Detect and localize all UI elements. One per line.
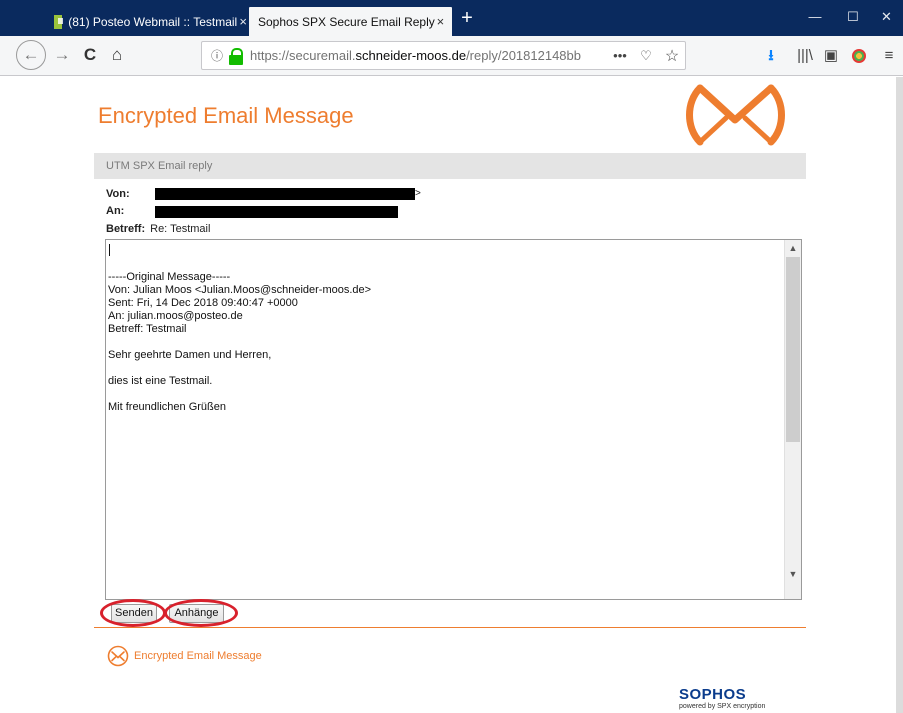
- tab-posteo[interactable]: (81) Posteo Webmail :: Testmail ×: [44, 7, 249, 36]
- to-row: An:: [106, 205, 154, 217]
- footer-divider: [94, 627, 806, 628]
- url-prefix: https://securemail.: [250, 48, 356, 63]
- lock-icon[interactable]: [228, 47, 244, 65]
- scroll-up-icon[interactable]: ▲: [785, 240, 801, 257]
- reply-body-textarea[interactable]: -----Original Message----- Von: Julian M…: [105, 239, 802, 600]
- download-icon[interactable]: ⭳: [760, 45, 782, 67]
- textarea-scrollbar[interactable]: ▲ ▼: [784, 240, 801, 599]
- tab-close-icon[interactable]: ×: [435, 14, 446, 29]
- tab-label: (81) Posteo Webmail :: Testmail: [68, 14, 238, 29]
- subject-row: Betreff: Re: Testmail: [106, 223, 210, 235]
- attachments-button[interactable]: Anhänge: [169, 604, 224, 623]
- navigation-toolbar: ← → C ⌂ ⓘ https://securemail.schneider-m…: [0, 36, 903, 76]
- back-button[interactable]: ←: [16, 40, 46, 70]
- url-bar[interactable]: ⓘ https://securemail.schneider-moos.de/r…: [201, 41, 686, 70]
- subject-value: Re: Testmail: [150, 223, 211, 235]
- sophos-brand: SOPHOS: [679, 686, 747, 703]
- url-domain: schneider-moos.de: [355, 48, 467, 63]
- page-scrollbar-thumb[interactable]: [896, 77, 903, 713]
- library-icon[interactable]: |||\: [794, 45, 816, 67]
- bookmark-star-icon[interactable]: ☆: [659, 46, 685, 66]
- url-text[interactable]: https://securemail.schneider-moos.de/rep…: [250, 48, 607, 63]
- site-info-icon[interactable]: ⓘ: [206, 47, 228, 64]
- close-window-button[interactable]: ✕: [870, 0, 903, 36]
- from-row: Von:: [106, 188, 154, 200]
- pocket-icon[interactable]: ♡: [633, 48, 659, 64]
- tab-sophos[interactable]: Sophos SPX Secure Email Reply ×: [249, 7, 452, 36]
- to-label: An:: [106, 205, 125, 217]
- from-address-suffix: >: [415, 188, 421, 199]
- page-title: Encrypted Email Message: [98, 103, 354, 128]
- sophos-envelope-logo-icon: [686, 84, 785, 146]
- forward-button[interactable]: →: [49, 42, 75, 68]
- page-scrollbar[interactable]: [896, 77, 903, 713]
- section-header: UTM SPX Email reply: [94, 153, 806, 179]
- page-actions-icon[interactable]: •••: [607, 48, 633, 63]
- redacted-to-address: [155, 206, 398, 218]
- sophos-brand-subtitle: powered by SPX encryption: [679, 703, 766, 710]
- new-tab-button[interactable]: +: [455, 5, 479, 31]
- sidebar-icon[interactable]: ▣: [820, 45, 842, 67]
- home-button[interactable]: ⌂: [104, 42, 130, 68]
- footer-title: Encrypted Email Message: [134, 650, 262, 662]
- subject-label: Betreff:: [106, 223, 146, 235]
- extension-icon[interactable]: [848, 45, 870, 67]
- posteo-favicon-icon: [54, 14, 64, 29]
- reply-body-text[interactable]: -----Original Message----- Von: Julian M…: [108, 245, 784, 414]
- url-path: /reply/201812148bb: [466, 48, 581, 63]
- footer-envelope-icon: [107, 645, 129, 667]
- redacted-from-address: [155, 188, 415, 200]
- textarea-scrollbar-thumb[interactable]: [786, 257, 800, 442]
- tab-label: Sophos SPX Secure Email Reply: [258, 14, 435, 29]
- send-button[interactable]: Senden: [111, 604, 157, 623]
- menu-icon[interactable]: ≡: [878, 45, 900, 67]
- title-bar: (81) Posteo Webmail :: Testmail × Sophos…: [0, 0, 903, 36]
- from-label: Von:: [106, 188, 130, 200]
- reload-button[interactable]: C: [77, 42, 103, 68]
- scroll-down-icon[interactable]: ▼: [785, 566, 801, 583]
- tab-close-icon[interactable]: ×: [237, 14, 249, 29]
